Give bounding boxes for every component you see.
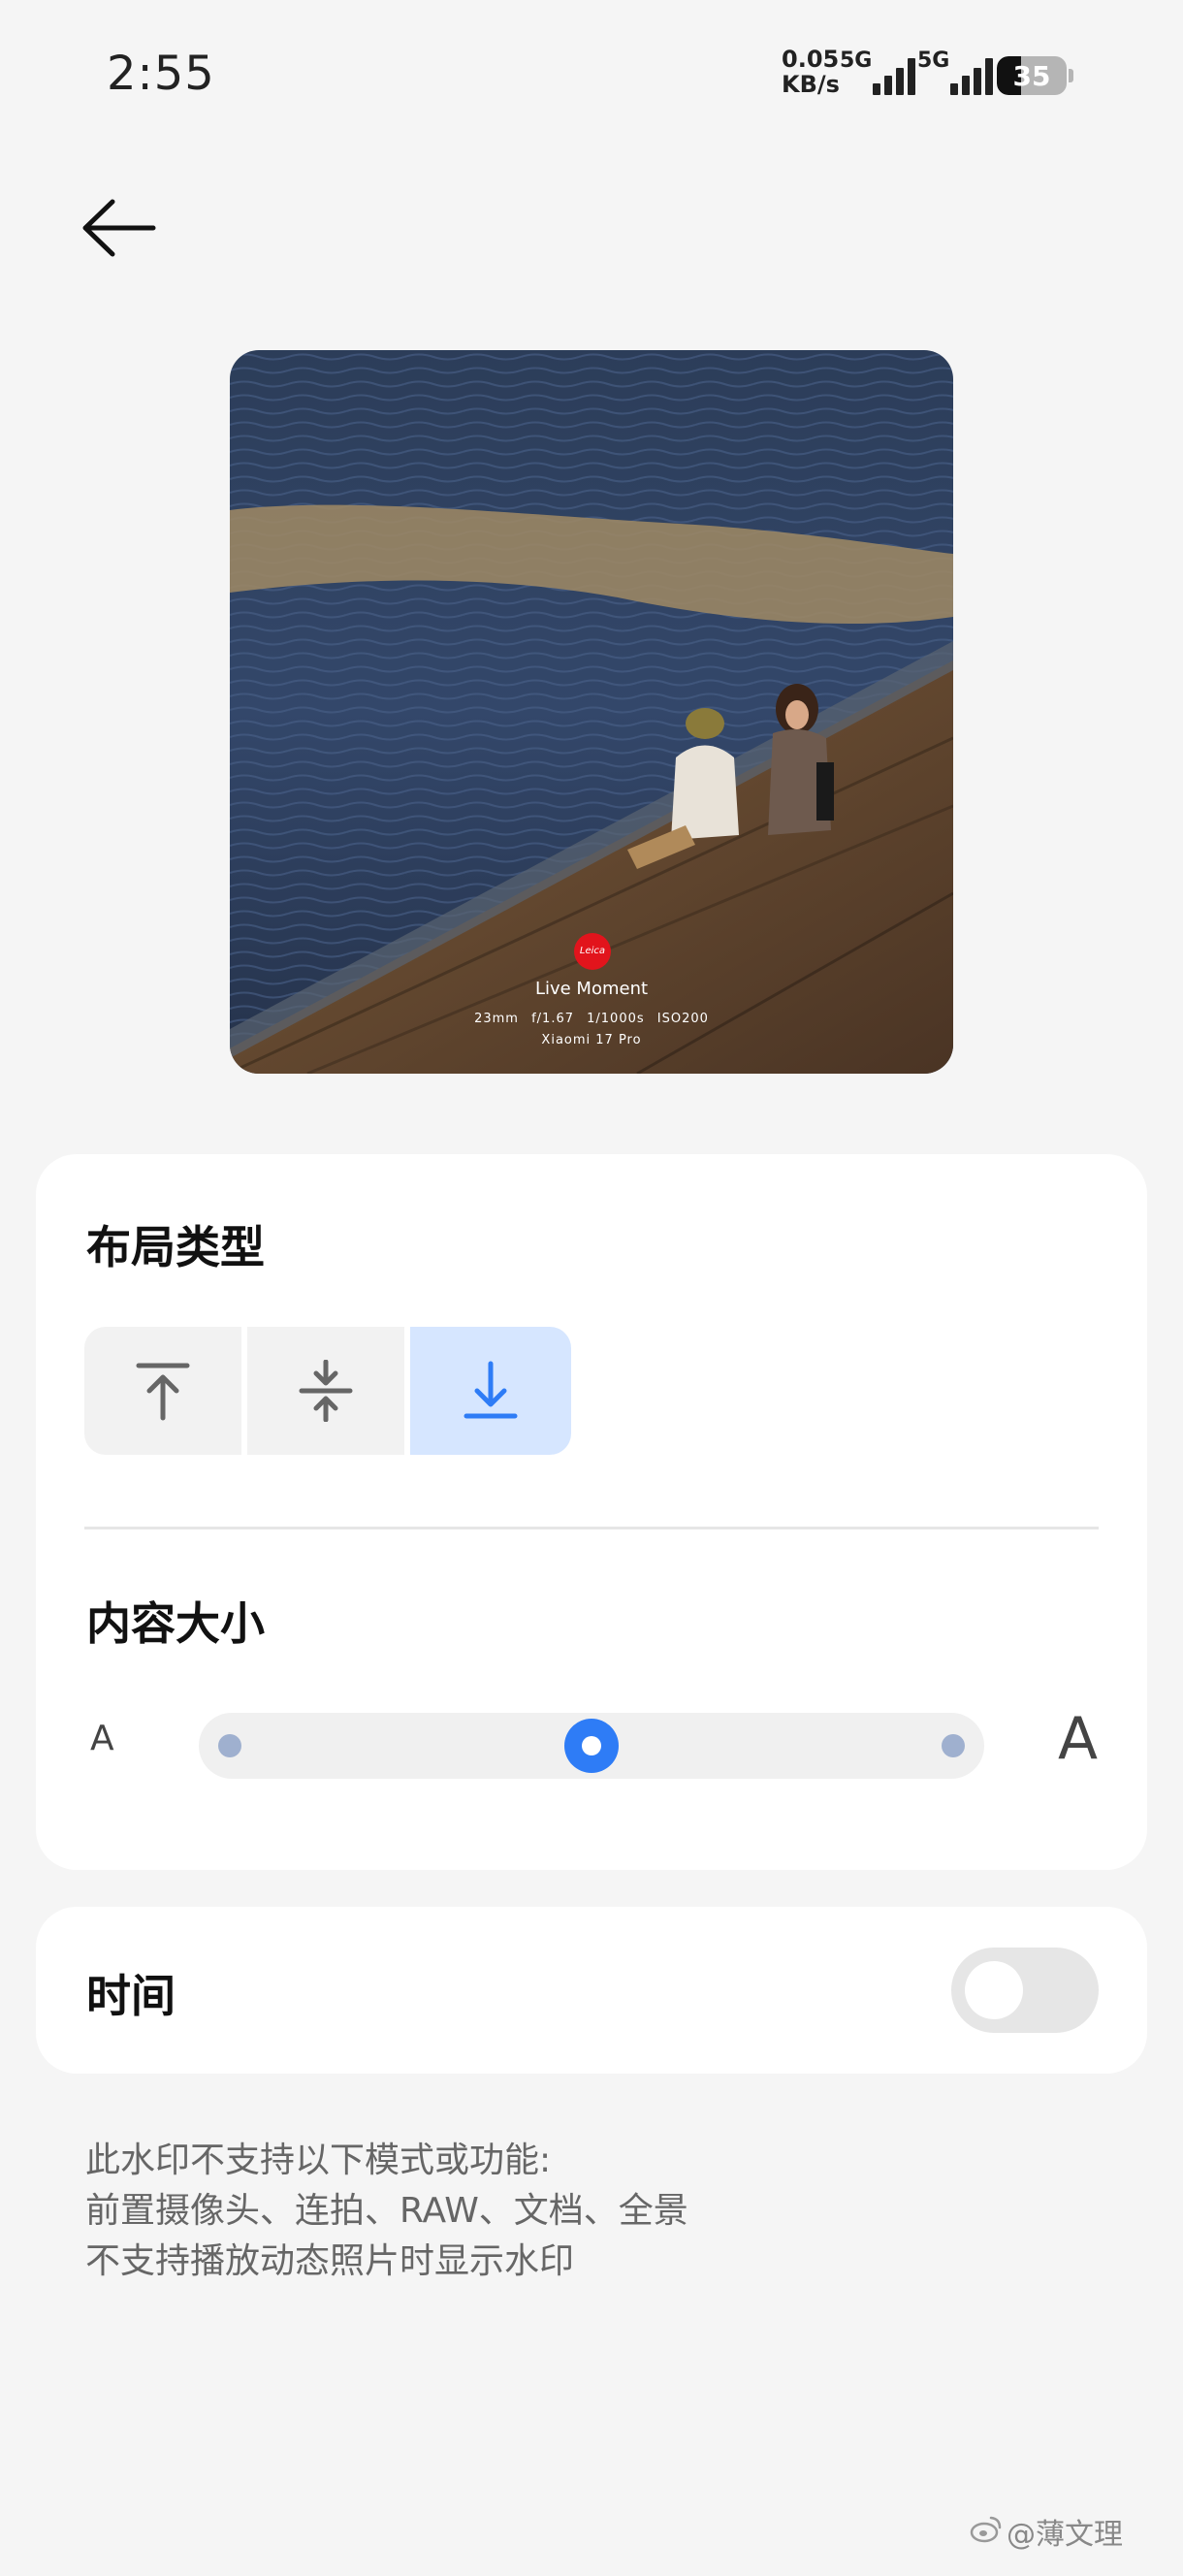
layout-top-button[interactable] bbox=[84, 1327, 241, 1455]
slider-thumb[interactable] bbox=[564, 1719, 619, 1773]
unsupported-note-line-3: 不支持播放动态照片时显示水印 bbox=[85, 2241, 575, 2281]
sim1-signal-label: 5G bbox=[840, 48, 873, 73]
battery-level: 35 bbox=[1012, 60, 1051, 92]
leica-logo-icon: Leica bbox=[574, 933, 611, 970]
layout-type-title: 布局类型 bbox=[86, 1221, 265, 1273]
network-speed-unit: KB/s bbox=[782, 71, 840, 98]
align-top-icon bbox=[136, 1363, 190, 1421]
watermark-settings-screen: 2:55 0.05 KB/s 5G 5G 35 Leica Live Momen… bbox=[0, 0, 1183, 2576]
time-toggle-switch[interactable] bbox=[951, 1948, 1099, 2033]
layout-settings-card: 布局类型 内容大小 A A bbox=[36, 1154, 1147, 1870]
watermark-exif-params: 23mm f/1.67 1/1000s ISO200 bbox=[474, 1012, 709, 1026]
unsupported-note-line-1: 此水印不支持以下模式或功能: bbox=[85, 2141, 552, 2180]
content-size-slider[interactable] bbox=[199, 1713, 984, 1779]
signal-bars-icon bbox=[873, 58, 915, 95]
layout-bottom-button[interactable] bbox=[410, 1327, 571, 1455]
watermark-title: Live Moment bbox=[534, 979, 649, 999]
slider-step-dot bbox=[942, 1734, 965, 1757]
layout-type-selector bbox=[84, 1327, 571, 1455]
time-setting-card: 时间 bbox=[36, 1907, 1147, 2074]
time-setting-label: 时间 bbox=[86, 1970, 176, 2022]
battery-icon: 35 bbox=[997, 56, 1067, 95]
network-speed: 0.05 KB/s bbox=[782, 47, 840, 97]
network-speed-value: 0.05 bbox=[782, 46, 840, 73]
unsupported-note-line-2: 前置摄像头、连拍、RAW、文档、全景 bbox=[85, 2191, 688, 2231]
weibo-icon bbox=[970, 2516, 1002, 2543]
status-time: 2:55 bbox=[107, 47, 215, 101]
slider-step-dot bbox=[218, 1734, 241, 1757]
section-divider bbox=[84, 1527, 1099, 1530]
align-center-icon bbox=[299, 1360, 353, 1422]
size-small-label: A bbox=[90, 1719, 114, 1758]
image-credit: @薄文理 bbox=[1007, 2518, 1123, 2552]
sim2-signal-label: 5G bbox=[917, 48, 950, 73]
signal-bars-icon bbox=[950, 58, 993, 95]
watermark-device-name: Xiaomi 17 Pro bbox=[541, 1033, 642, 1047]
watermark-preview-image: Leica Live Moment 23mm f/1.67 1/1000s IS… bbox=[230, 350, 953, 1074]
content-size-title: 内容大小 bbox=[86, 1597, 265, 1650]
back-button[interactable] bbox=[78, 194, 165, 262]
status-bar: 2:55 0.05 KB/s 5G 5G 35 bbox=[0, 0, 1183, 155]
battery-cap bbox=[1069, 69, 1073, 82]
layout-center-button[interactable] bbox=[247, 1327, 404, 1455]
back-arrow-icon bbox=[82, 199, 156, 257]
size-large-label: A bbox=[1058, 1705, 1099, 1773]
align-bottom-icon bbox=[464, 1361, 518, 1419]
